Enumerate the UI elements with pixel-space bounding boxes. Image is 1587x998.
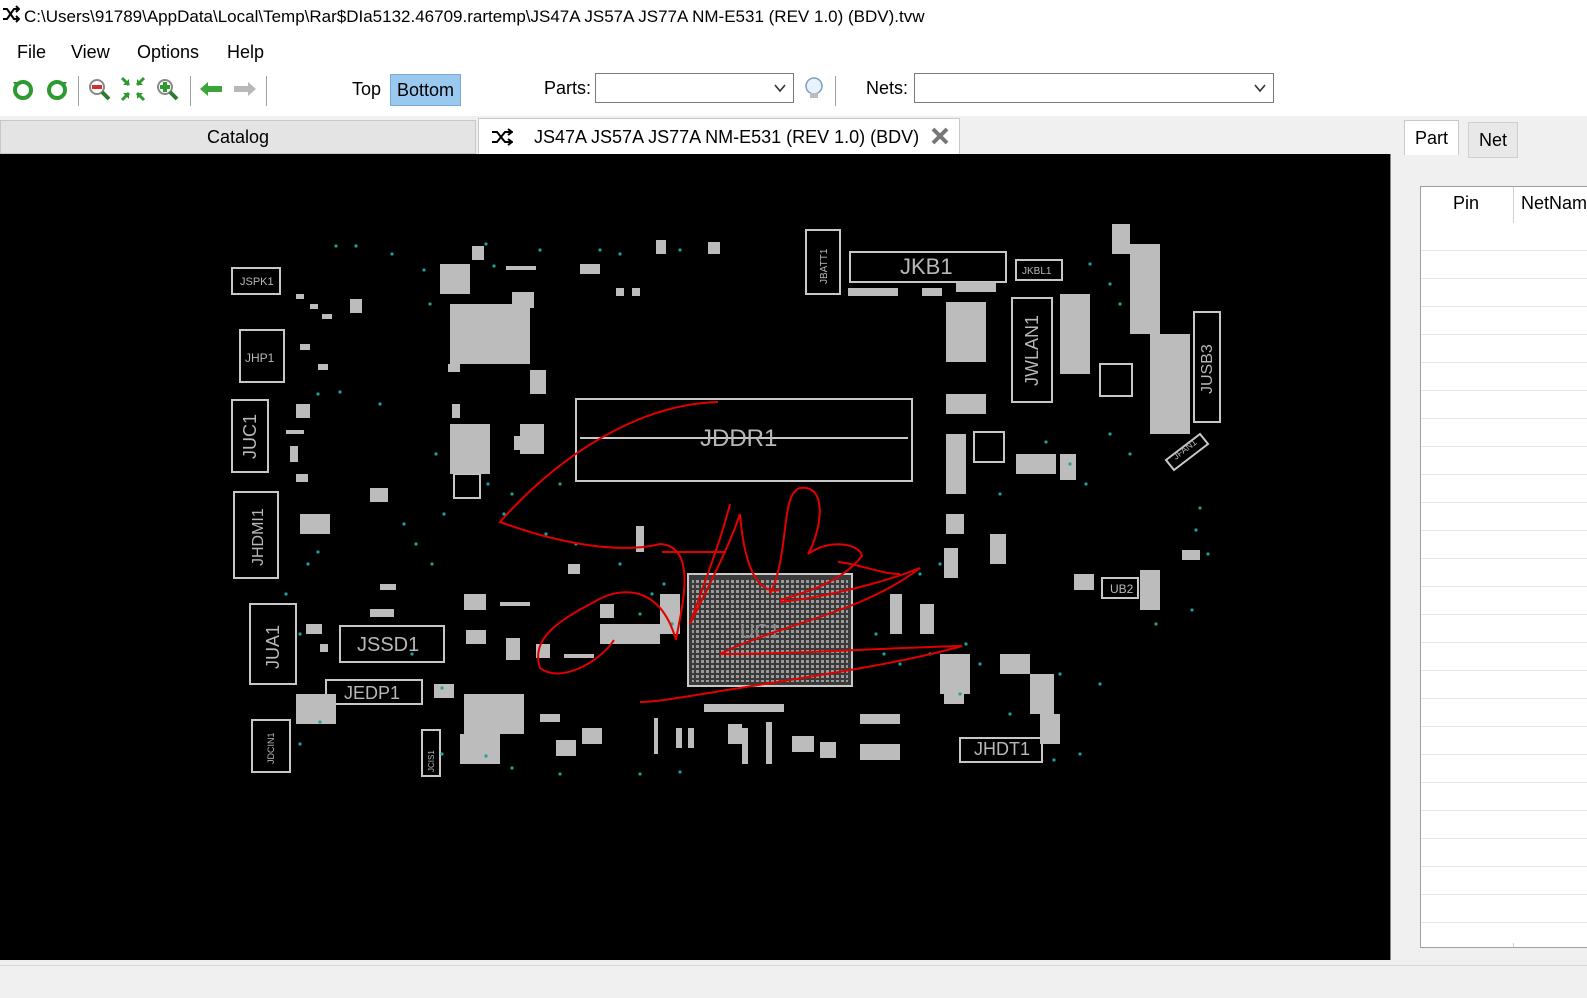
component-outline	[453, 473, 481, 499]
column-header-pin[interactable]: Pin	[1453, 193, 1479, 214]
component-label: JUSB3	[1199, 344, 1216, 394]
component-outline	[973, 431, 1005, 463]
status-bar	[0, 965, 1587, 998]
toolbar-separator	[835, 76, 836, 106]
nets-combobox[interactable]	[914, 73, 1274, 103]
toolbar: Top Bottom Parts: Nets:	[0, 68, 1587, 116]
column-header-netname[interactable]: NetName	[1521, 193, 1587, 214]
component-label: JHDT1	[974, 739, 1030, 759]
rotate-left-icon[interactable]	[10, 76, 36, 102]
document-tabs: Catalog JS47A JS57A JS77A NM-E531 (REV 1…	[0, 116, 1400, 154]
table-rows	[1421, 223, 1587, 943]
component-label: JEDP1	[344, 683, 400, 703]
component-label: JHP1	[245, 351, 275, 365]
component-label: JUC1	[240, 414, 260, 459]
title-bar: C:\Users\91789\AppData\Local\Temp\Rar$DI…	[0, 0, 1587, 34]
tab-catalog[interactable]: Catalog	[0, 120, 476, 154]
component-label: JSPK1	[240, 276, 274, 288]
right-panel: Part Net Pin NetName	[1404, 116, 1587, 966]
board-viewer[interactable]: JSPK1 JHP1 JUC1 JHDMI1 JUA1 JSSD1 JEDP1 …	[0, 154, 1391, 960]
menu-view[interactable]: View	[71, 42, 110, 63]
menu-help[interactable]: Help	[227, 42, 264, 63]
fit-all-icon[interactable]	[120, 76, 146, 102]
back-arrow-icon[interactable]	[198, 76, 224, 102]
pin-net-table[interactable]: Pin NetName	[1420, 186, 1587, 948]
toolbar-separator	[78, 76, 79, 106]
top-layer-button[interactable]: Top	[346, 74, 387, 104]
forward-arrow-icon[interactable]	[232, 76, 258, 102]
tab-document-label: JS47A JS57A JS77A NM-E531 (REV 1.0) (BDV…	[534, 127, 920, 147]
component-label: JBATT1	[819, 248, 830, 284]
close-icon[interactable]	[929, 125, 951, 147]
component-label: JKB1	[900, 254, 953, 279]
component-label: JWLAN1	[1022, 315, 1042, 386]
component-label: JKBL1	[1022, 266, 1052, 277]
lightbulb-icon[interactable]	[801, 75, 827, 101]
toolbar-separator	[266, 76, 267, 106]
bottom-layer-button[interactable]: Bottom	[390, 74, 462, 106]
board-canvas[interactable]: JSPK1 JHP1 JUC1 JHDMI1 JUA1 JSSD1 JEDP1 …	[0, 154, 1390, 960]
rotate-right-icon[interactable]	[44, 76, 70, 102]
menu-options[interactable]: Options	[137, 42, 199, 63]
parts-combobox[interactable]	[595, 73, 794, 103]
component-label: JFAN1	[1171, 437, 1198, 462]
component-label: JDDR1	[700, 425, 777, 452]
component-label: JCIS1	[427, 750, 436, 772]
component-label: JSSD1	[357, 634, 419, 656]
toolbar-separator	[190, 76, 191, 106]
component-outline	[1099, 363, 1133, 397]
nets-label: Nets:	[866, 78, 909, 98]
component-label: UB2	[1110, 582, 1134, 596]
component-label: JDCIN1	[266, 732, 276, 764]
parts-label: Parts:	[544, 78, 592, 98]
chevron-down-icon	[774, 84, 786, 93]
tab-part[interactable]: Part	[1404, 120, 1460, 155]
app-shuffle-icon	[3, 5, 20, 23]
tab-net[interactable]: Net	[1468, 122, 1519, 158]
window-title: C:\Users\91789\AppData\Local\Temp\Rar$DI…	[24, 7, 925, 26]
component-label: JHDMI1	[250, 508, 267, 566]
menu-file[interactable]: File	[17, 42, 46, 63]
component-label: JUA1	[263, 625, 283, 669]
zoom-out-icon[interactable]	[86, 76, 112, 102]
shuffle-icon	[492, 128, 513, 146]
zoom-in-icon[interactable]	[154, 76, 180, 102]
menu-bar: File View Options Help	[0, 34, 1587, 68]
chevron-down-icon	[1254, 84, 1266, 93]
tab-document[interactable]: JS47A JS57A JS77A NM-E531 (REV 1.0) (BDV…	[478, 118, 960, 154]
